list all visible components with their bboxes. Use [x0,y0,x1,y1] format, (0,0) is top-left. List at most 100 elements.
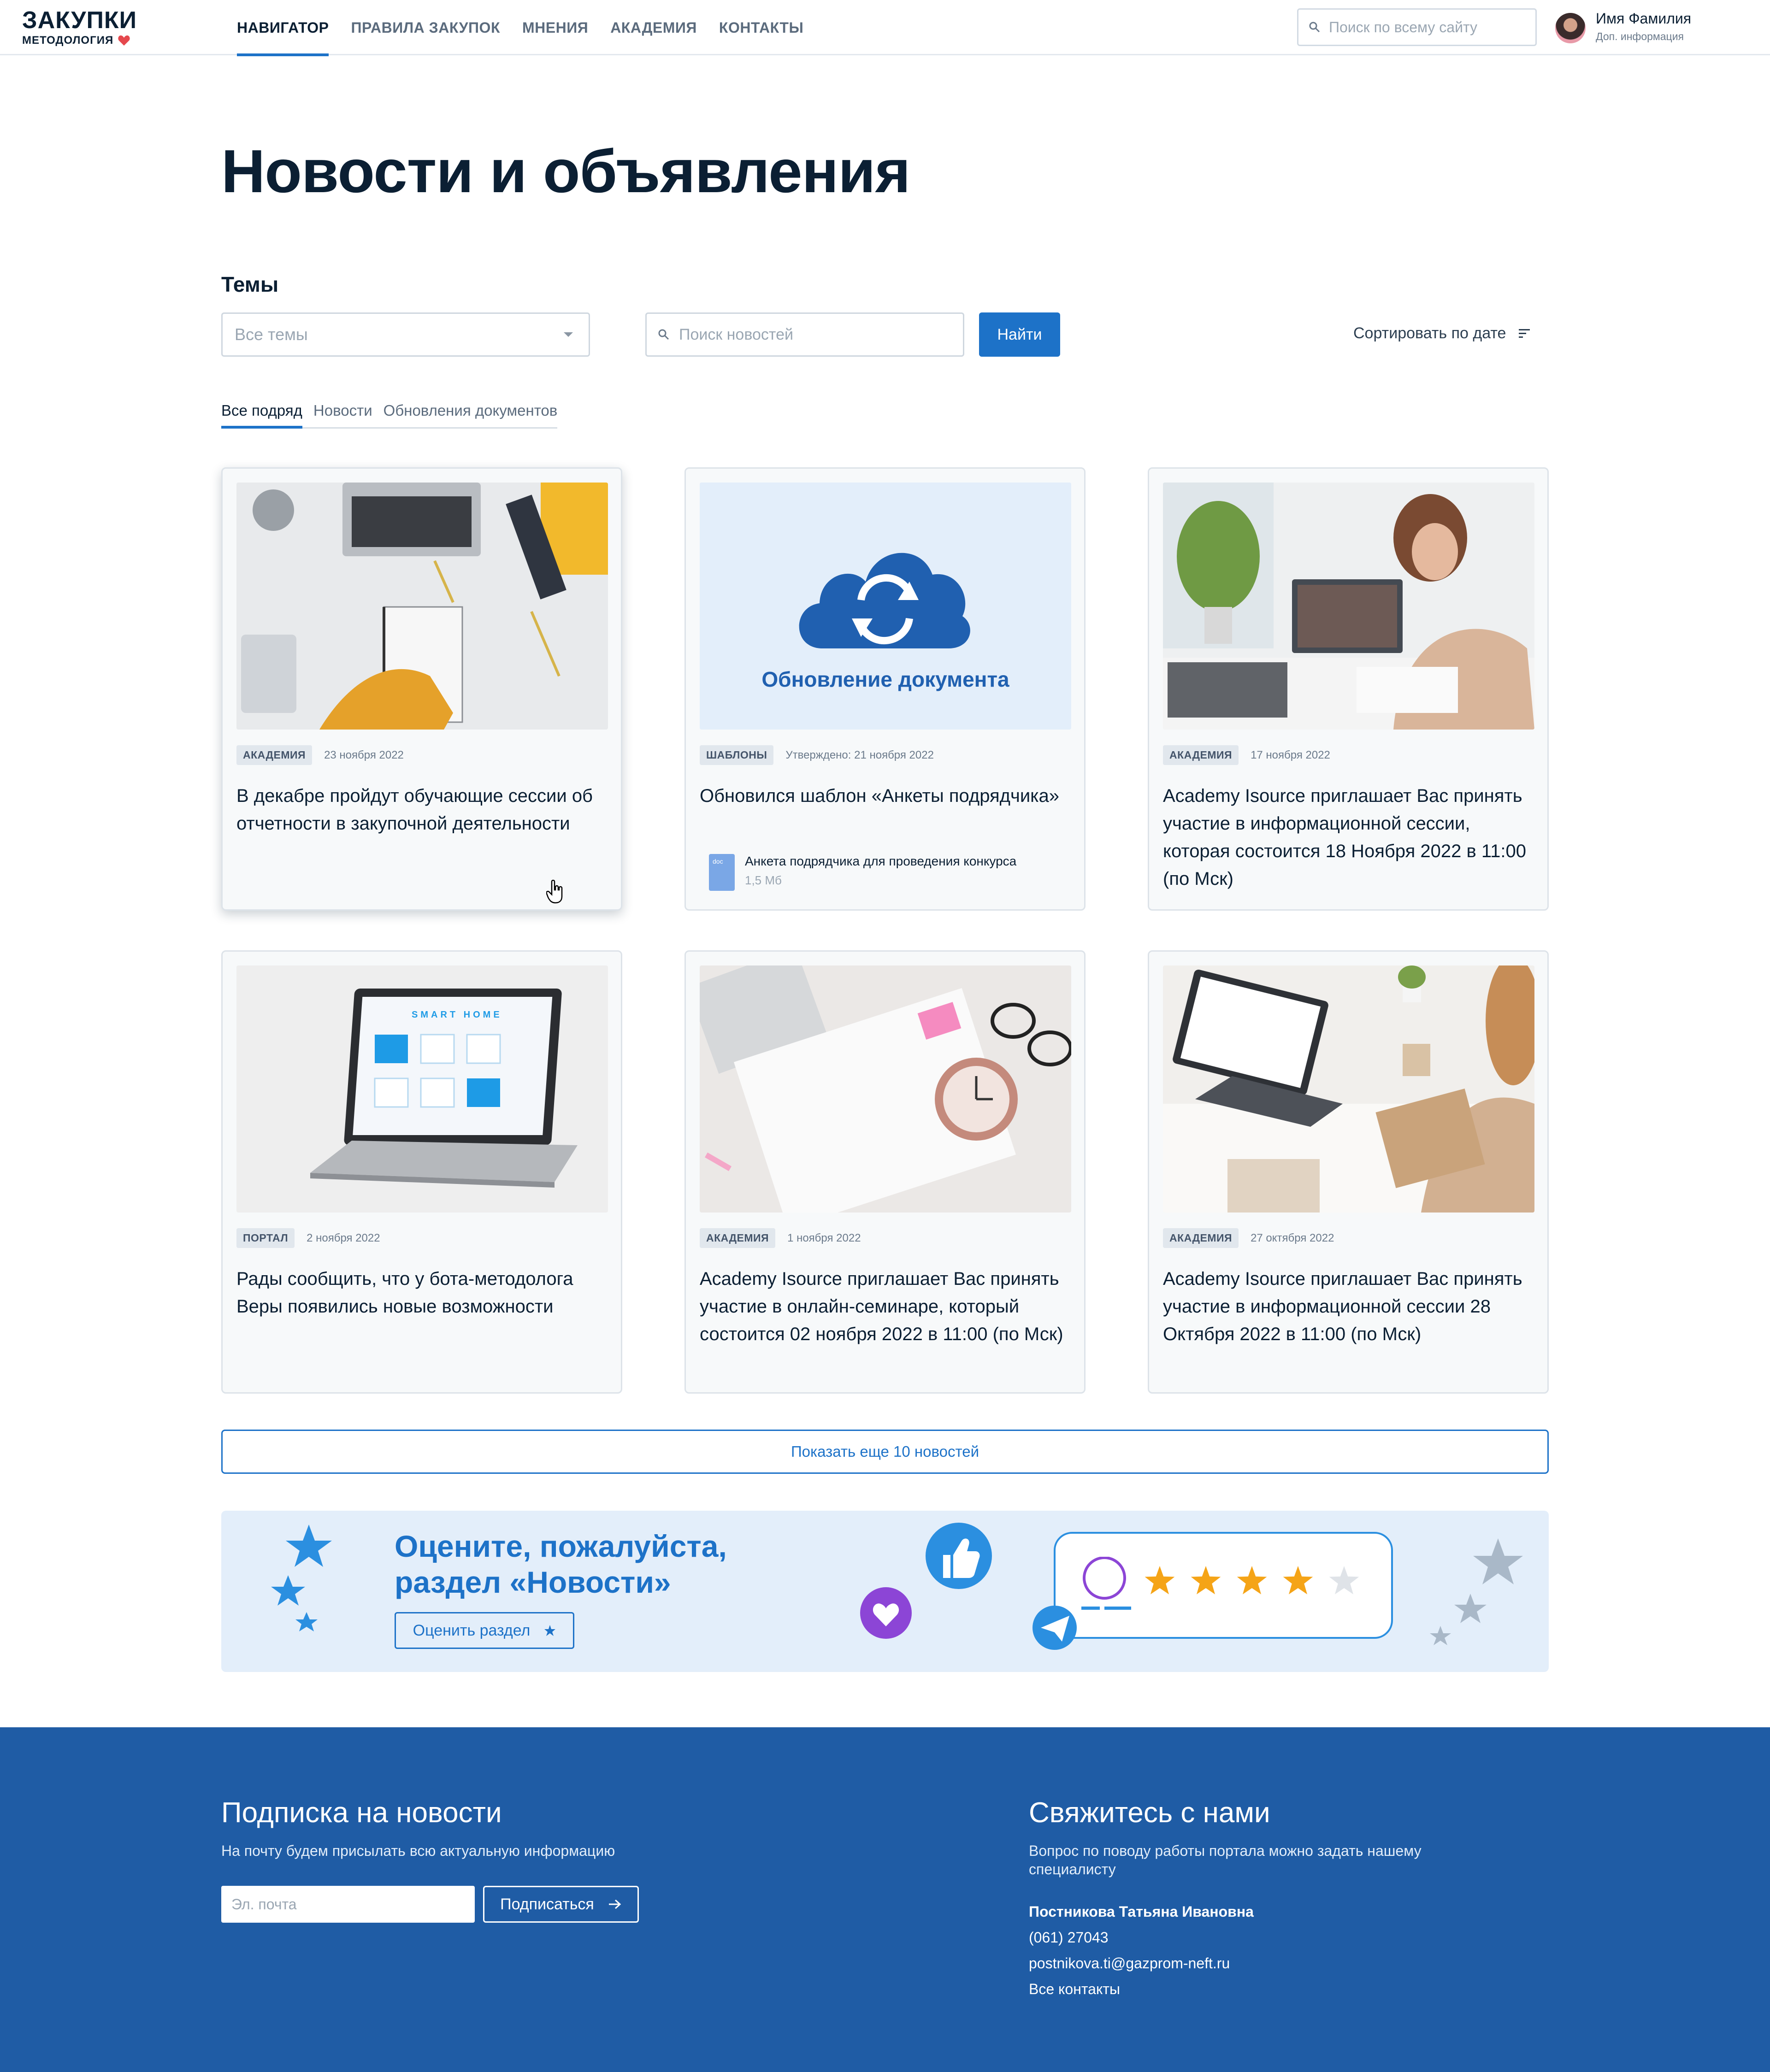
themes-select-value: Все темы [235,325,308,344]
card-date: 27 октября 2022 [1251,1231,1334,1244]
category-badge[interactable]: АКАДЕМИЯ [1163,1228,1239,1248]
news-card[interactable]: АКАДЕМИЯ 23 ноября 2022 В декабре пройду… [221,467,622,911]
news-card[interactable]: АКАДЕМИЯ 27 октября 2022 Academy Isource… [1148,950,1549,1394]
user-name[interactable]: Имя Фамилия [1596,10,1691,27]
chevron-down-icon [564,332,573,337]
news-search[interactable] [645,312,964,357]
tab-all[interactable]: Все подряд [221,402,302,429]
card-meta: АКАДЕМИЯ 1 ноября 2022 [700,1228,861,1248]
news-search-input[interactable] [679,325,946,344]
category-badge[interactable]: АКАДЕМИЯ [1163,745,1239,765]
all-contacts-link[interactable]: Все контакты [1029,1981,1120,1998]
news-image [1163,965,1534,1213]
card-title[interactable]: В декабре пройдут обучающие сессии об от… [236,782,608,837]
tab-news[interactable]: Новости [313,402,372,427]
card-date: 23 ноября 2022 [324,748,404,761]
attachment-name[interactable]: Анкета подрядчика для проведения конкурс… [745,854,1016,869]
card-date: 17 ноября 2022 [1251,748,1330,761]
contact-text-line1: Вопрос по поводу работы портала можно за… [1029,1842,1422,1859]
logo-subtitle: МЕТОДОЛОГИЯ [22,34,130,47]
rate-banner: Оцените, пожалуйста, раздел «Новости» Оц… [221,1511,1549,1672]
category-badge[interactable]: ШАБЛОНЫ [700,745,774,765]
email-field[interactable] [221,1886,475,1923]
avatar[interactable] [1555,13,1586,43]
nav-item-opinions[interactable]: МНЕНИЯ [522,0,588,55]
news-card[interactable]: АКАДЕМИЯ 17 ноября 2022 Academy Isource … [1148,467,1549,911]
search-icon [658,329,669,340]
logo-title[interactable]: ЗАКУПКИ [22,6,137,34]
tab-doc-updates[interactable]: Обновления документов [384,402,558,427]
doc-file-icon: doc [709,854,735,891]
arrow-right-icon [608,1899,621,1909]
image-caption: Обновление документа [761,667,1009,691]
nav-item-contacts[interactable]: КОНТАКТЫ [719,0,803,55]
card-title[interactable]: Обновился шаблон «Анкеты подрядчика» [700,782,1071,810]
star-filled-icon[interactable] [1283,1566,1313,1595]
subscribe-button[interactable]: Подписаться [483,1886,639,1923]
news-card[interactable]: АКАДЕМИЯ 1 ноября 2022 Academy Isource п… [684,950,1086,1394]
news-image: SMART HOME [236,965,608,1213]
sort-label: Сортировать по дате [1353,324,1506,342]
card-meta: АКАДЕМИЯ 23 ноября 2022 [236,745,404,765]
category-badge[interactable]: АКАДЕМИЯ [236,745,313,765]
sort-icon [1519,329,1530,338]
category-badge[interactable]: АКАДЕМИЯ [700,1228,776,1248]
attachment-size: 1,5 Мб [745,873,782,887]
gray-stars-decoration-icon [1430,1538,1523,1645]
attachment[interactable]: doc Анкета подрядчика для проведения кон… [709,854,1016,891]
nav-item-rules[interactable]: ПРАВИЛА ЗАКУПОК [351,0,500,55]
hand-cursor-icon [546,880,563,904]
card-title[interactable]: Рады сообщить, что у бота-методолога Вер… [236,1265,608,1320]
card-meta: ШАБЛОНЫ Утверждено: 21 ноября 2022 [700,745,934,765]
card-title[interactable]: Academy Isource приглашает Вас принять у… [1163,782,1534,893]
star-filled-icon[interactable] [1191,1566,1221,1595]
site-search-input[interactable] [1329,18,1522,36]
subscribe-text: На почту будем присылать всю актуальную … [221,1842,615,1859]
news-card[interactable]: SMART HOME ПОРТАЛ 2 ноября 2022 Рады соо… [221,950,622,1394]
rating-stars[interactable] [1141,1564,1372,1601]
news-tabs: Все подряд Новости Обновления документов [221,402,558,429]
star-icon [544,1625,556,1636]
contact-email[interactable]: postnikova.ti@gazprom-neft.ru [1029,1955,1230,1972]
smart-home-caption: SMART HOME [412,1010,502,1020]
card-date: 1 ноября 2022 [787,1231,861,1244]
banner-title: Оцените, пожалуйста, раздел «Новости» [395,1528,727,1600]
subscribe-button-label: Подписаться [500,1895,594,1913]
star-filled-icon[interactable] [1237,1566,1267,1595]
star-filled-icon[interactable] [1145,1566,1175,1595]
card-title[interactable]: Academy Isource приглашает Вас принять у… [1163,1265,1534,1348]
card-title[interactable]: Academy Isource приглашает Вас принять у… [700,1265,1071,1348]
rate-section-button[interactable]: Оценить раздел [395,1612,574,1649]
main-nav: НАВИГАТОР ПРАВИЛА ЗАКУПОК МНЕНИЯ АКАДЕМИ… [237,0,803,56]
heart-icon [118,35,130,46]
card-date: Утверждено: 21 ноября 2022 [785,748,934,761]
page-title: Новости и объявления [221,137,910,205]
news-image [700,965,1071,1213]
card-meta: АКАДЕМИЯ 17 ноября 2022 [1163,745,1330,765]
site-search[interactable] [1297,8,1537,46]
top-header: ЗАКУПКИ МЕТОДОЛОГИЯ НАВИГАТОР ПРАВИЛА ЗА… [0,0,1770,56]
nav-item-navigator[interactable]: НАВИГАТОР [237,0,329,56]
nav-item-academy[interactable]: АКАДЕМИЯ [610,0,697,55]
logo-subtitle-text: МЕТОДОЛОГИЯ [22,34,114,47]
news-image [1163,483,1534,730]
show-more-button[interactable]: Показать еще 10 новостей [221,1430,1549,1474]
contact-phone[interactable]: (061) 27043 [1029,1929,1109,1946]
search-icon [1309,22,1320,33]
find-button[interactable]: Найти [979,312,1060,357]
banner-title-line1: Оцените, пожалуйста, [395,1529,727,1563]
subscribe-title: Подписка на новости [221,1797,502,1829]
category-badge[interactable]: ПОРТАЛ [236,1228,295,1248]
themes-select[interactable]: Все темы [221,312,590,357]
footer: Подписка на новости На почту будем присы… [0,1727,1770,2072]
news-image [236,483,608,730]
card-meta: АКАДЕМИЯ 27 октября 2022 [1163,1228,1334,1248]
sort-by-date[interactable]: Сортировать по дате [1353,324,1532,342]
stars-decoration-icon [271,1525,332,1631]
news-card[interactable]: Обновление документа ШАБЛОНЫ Утверждено:… [684,467,1086,911]
banner-title-line2: раздел «Новости» [395,1565,671,1599]
contact-name: Постникова Татьяна Ивановна [1029,1903,1254,1920]
star-empty-icon[interactable] [1329,1566,1359,1595]
news-image: Обновление документа [700,483,1071,730]
themes-label: Темы [221,272,279,296]
